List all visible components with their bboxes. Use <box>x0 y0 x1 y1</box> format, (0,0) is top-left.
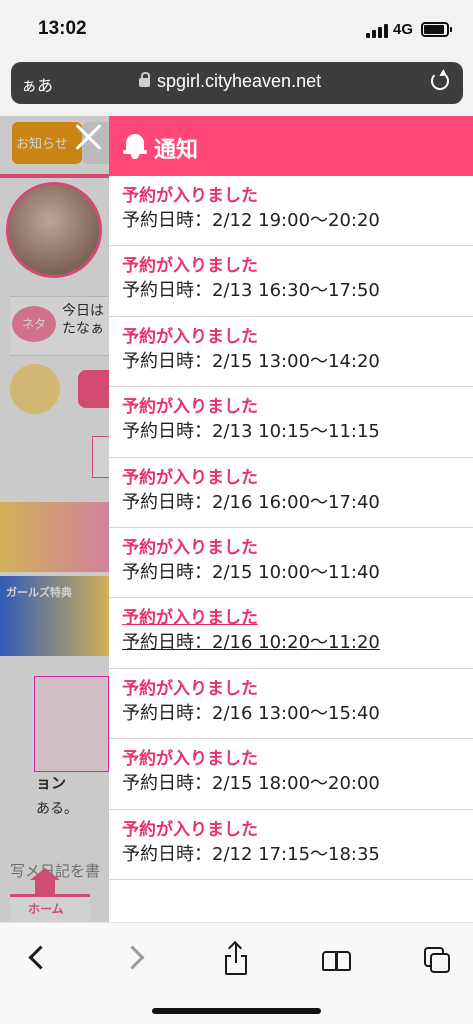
notification-title: 予約が入りました <box>122 186 258 206</box>
notification-detail: 予約日時：2/16 16:00〜17:40 <box>122 491 380 513</box>
share-icon[interactable] <box>219 940 255 977</box>
tabs-icon[interactable] <box>420 941 456 977</box>
notification-detail: 予約日時：2/15 18:00〜20:00 <box>122 773 380 795</box>
notification-title: 予約が入りました <box>122 326 258 347</box>
url-host[interactable]: spgirl.cityheaven.net <box>157 71 321 92</box>
bell-icon <box>123 132 147 159</box>
notification-detail: 予約日時：2/16 13:00〜15:40 <box>122 702 380 724</box>
reader-options-button[interactable]: ぁあ <box>21 72 53 96</box>
notification-item[interactable]: 予約が入りました 予約日時：2/15 13:00〜14:20 <box>109 317 473 388</box>
notification-detail: 予約日時：2/15 10:00〜11:40 <box>122 561 380 583</box>
panel-header: 通知 <box>109 116 473 176</box>
notification-item[interactable]: 予約が入りました 予約日時：2/13 16:30〜17:50 <box>109 246 473 317</box>
notification-item[interactable]: 予約が入りました 予約日時：2/16 16:00〜17:40 <box>109 458 473 528</box>
bookmarks-icon[interactable] <box>320 941 356 977</box>
notification-detail: 予約日時：2/12 17:15〜18:35 <box>122 843 380 865</box>
notification-title: 予約が入りました <box>122 397 258 418</box>
network-label: 4G <box>393 21 414 38</box>
notification-detail: 予約日時：2/15 13:00〜14:20 <box>122 350 380 372</box>
notification-detail: 予約日時：2/13 16:30〜17:50 <box>122 280 380 302</box>
notification-panel: 通知 予約が入りました 予約日時：2/12 19:00〜20:20 予約が入りま… <box>109 116 473 922</box>
notification-item[interactable]: 予約が入りました 予約日時：2/13 10:15〜11:15 <box>109 387 473 458</box>
notification-title: 予約が入りました <box>122 678 258 699</box>
notification-title: 予約が入りました <box>122 256 258 277</box>
notification-title: 予約が入りました <box>122 467 258 488</box>
notification-title: 予約が入りました <box>122 819 258 840</box>
status-bar: 13:02 4G <box>0 0 473 58</box>
home-indicator <box>152 1008 321 1014</box>
notification-item[interactable]: 予約が入りました 予約日時：2/16 13:00〜15:40 <box>109 669 473 740</box>
notification-detail: 予約日時：2/12 19:00〜20:20 <box>122 210 380 231</box>
close-icon[interactable] <box>72 120 104 152</box>
notification-item[interactable]: 予約が入りました 予約日時：2/12 19:00〜20:20 <box>109 176 473 247</box>
notification-detail: 予約日時：2/16 10:20〜11:20 <box>122 632 380 654</box>
lock-icon <box>139 72 150 87</box>
notification-detail: 予約日時：2/13 10:15〜11:15 <box>122 421 380 443</box>
address-bar[interactable]: ぁあ spgirl.cityheaven.net <box>11 62 463 104</box>
notification-title: 予約が入りました <box>122 537 258 558</box>
overlay-dim[interactable] <box>0 116 109 922</box>
signal-icon <box>366 24 388 38</box>
browser-address-area: ぁあ spgirl.cityheaven.net <box>0 58 473 116</box>
notification-item[interactable]: 予約が入りました 予約日時：2/12 17:15〜18:35 <box>109 810 473 880</box>
forward-icon[interactable] <box>118 941 154 977</box>
battery-icon <box>421 22 452 37</box>
back-icon[interactable] <box>20 941 56 977</box>
status-time: 13:02 <box>38 18 87 39</box>
notification-title: 予約が入りました <box>122 749 258 770</box>
notification-item[interactable]: 予約が入りました 予約日時：2/15 18:00〜20:00 <box>109 739 473 810</box>
notification-item[interactable]: 予約が入りました 予約日時：2/15 10:00〜11:40 <box>109 528 473 599</box>
notification-item[interactable]: 予約が入りました 予約日時：2/16 10:20〜11:20 <box>109 598 473 669</box>
reload-icon[interactable] <box>431 72 449 90</box>
notification-title: 予約が入りました <box>122 608 258 629</box>
panel-title: 通知 <box>154 138 199 163</box>
